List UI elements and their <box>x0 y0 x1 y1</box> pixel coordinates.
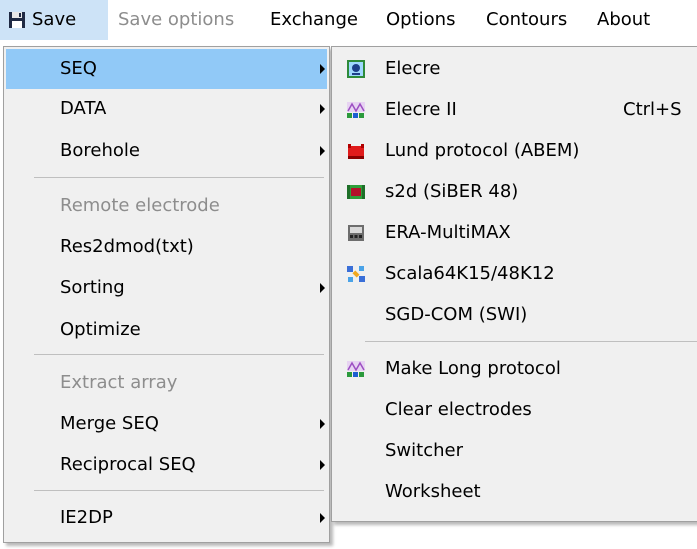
menu-item-optimize[interactable]: Optimize <box>6 310 327 350</box>
menu-separator <box>34 354 324 355</box>
submenu-item-lund[interactable]: Lund protocol (ABEM) <box>334 131 697 171</box>
menu-contours[interactable]: Contours <box>486 0 567 40</box>
submenu-item-elecre-ii-label: Elecre II <box>385 99 457 120</box>
submenu-item-s2d-label: s2d (SiBER 48) <box>385 181 519 202</box>
submenu-arrow-icon <box>320 513 325 523</box>
submenu-item-elecre[interactable]: Elecre <box>334 49 697 89</box>
menu-item-reciprocal-seq[interactable]: Reciprocal SEQ <box>6 445 327 485</box>
menu-item-extract-array-label: Extract array <box>60 372 178 393</box>
menu-bar: Save Save options Exchange Options Conto… <box>0 0 697 40</box>
menu-item-remote-electrode[interactable]: Remote electrode <box>6 186 327 226</box>
submenu-item-make-long[interactable]: Make Long protocol <box>334 349 697 389</box>
menu-item-ie2dp-label: IE2DP <box>60 507 113 528</box>
long-protocol-icon <box>347 361 365 377</box>
save-dropdown-menu: SEQ DATA Borehole Remote electrode Res2d… <box>3 46 330 543</box>
submenu-arrow-icon <box>320 104 325 114</box>
menu-separator <box>34 490 324 491</box>
era-meter-icon <box>348 225 364 241</box>
menu-item-optimize-label: Optimize <box>60 319 141 340</box>
electrode-pattern-icon <box>347 102 365 118</box>
siber-board-icon <box>347 185 365 199</box>
menu-about[interactable]: About <box>597 0 650 40</box>
menu-item-sorting-label: Sorting <box>60 277 125 298</box>
submenu-item-clear-electrodes[interactable]: Clear electrodes <box>334 390 697 430</box>
satellite-icon <box>347 266 365 282</box>
submenu-arrow-icon <box>320 283 325 293</box>
menu-item-seq-label: SEQ <box>60 58 97 79</box>
submenu-arrow-icon <box>320 419 325 429</box>
menu-item-merge-seq[interactable]: Merge SEQ <box>6 404 327 444</box>
submenu-item-s2d[interactable]: s2d (SiBER 48) <box>334 172 697 212</box>
submenu-item-elecre-ii[interactable]: Elecre II Ctrl+S <box>334 90 697 130</box>
submenu-item-worksheet-label: Worksheet <box>385 481 481 502</box>
menu-save[interactable]: Save <box>0 0 108 40</box>
submenu-item-era-label: ERA-MultiMAX <box>385 222 511 243</box>
electrode-grid-icon <box>347 60 365 78</box>
submenu-item-clear-electrodes-label: Clear electrodes <box>385 399 532 420</box>
menu-item-data-label: DATA <box>60 98 107 119</box>
menu-item-data[interactable]: DATA <box>6 89 327 129</box>
menu-item-borehole-label: Borehole <box>60 140 140 161</box>
menu-item-sorting[interactable]: Sorting <box>6 268 327 308</box>
menu-save-label: Save <box>32 9 77 30</box>
menu-item-reciprocal-seq-label: Reciprocal SEQ <box>60 454 196 475</box>
menu-item-merge-seq-label: Merge SEQ <box>60 413 159 434</box>
submenu-item-make-long-label: Make Long protocol <box>385 358 561 379</box>
submenu-item-era[interactable]: ERA-MultiMAX <box>334 213 697 253</box>
submenu-item-sgd-com-label: SGD-COM (SWI) <box>385 304 528 325</box>
submenu-item-scala-label: Scala64K15/48K12 <box>385 263 555 284</box>
red-device-icon <box>348 144 364 159</box>
submenu-item-elecre-label: Elecre <box>385 58 441 79</box>
menu-item-borehole[interactable]: Borehole <box>6 131 327 171</box>
menu-item-res2dmod-label: Res2dmod(txt) <box>60 236 194 257</box>
menu-separator <box>365 341 697 342</box>
seq-submenu: Elecre Elecre II Ctrl+S Lund protocol (A… <box>331 46 697 522</box>
submenu-arrow-icon <box>320 460 325 470</box>
submenu-item-switcher-label: Switcher <box>385 440 463 461</box>
submenu-item-switcher[interactable]: Switcher <box>334 431 697 471</box>
floppy-disk-icon <box>9 12 25 28</box>
menu-separator <box>34 177 324 178</box>
menu-exchange[interactable]: Exchange <box>270 0 358 40</box>
submenu-arrow-icon <box>320 64 325 74</box>
submenu-item-worksheet[interactable]: Worksheet <box>334 472 697 512</box>
menu-item-extract-array[interactable]: Extract array <box>6 363 327 403</box>
submenu-arrow-icon <box>320 146 325 156</box>
submenu-item-lund-label: Lund protocol (ABEM) <box>385 140 580 161</box>
menu-options[interactable]: Options <box>386 0 455 40</box>
submenu-item-scala[interactable]: Scala64K15/48K12 <box>334 254 697 294</box>
menu-item-remote-electrode-label: Remote electrode <box>60 195 220 216</box>
menu-item-ie2dp[interactable]: IE2DP <box>6 498 327 538</box>
submenu-item-sgd-com[interactable]: SGD-COM (SWI) <box>334 295 697 335</box>
menu-save-options[interactable]: Save options <box>118 0 234 40</box>
menu-item-seq[interactable]: SEQ <box>6 49 327 89</box>
shortcut-label: Ctrl+S <box>623 99 682 120</box>
menu-item-res2dmod[interactable]: Res2dmod(txt) <box>6 227 327 267</box>
